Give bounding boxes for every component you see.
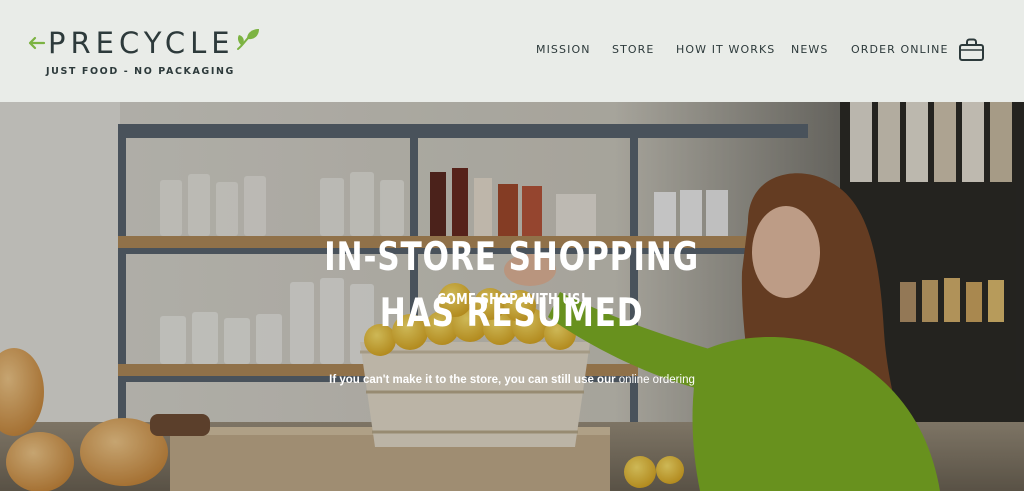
logo-wordmark-row: PRECYCLE xyxy=(26,26,261,60)
nav-item-how-it-works[interactable]: HOW IT WORKS xyxy=(676,43,775,56)
nav-item-mission[interactable]: MISSION xyxy=(536,43,591,56)
hero-subline-text: If you can't make it to the store, you c… xyxy=(329,374,619,386)
site-header: PRECYCLE JUST FOOD - NO PACKAGING MISSIO… xyxy=(0,0,1024,102)
nav-item-store[interactable]: STORE xyxy=(612,43,654,56)
hero-subline: If you can't make it to the store, you c… xyxy=(0,374,1024,386)
brand-tagline: JUST FOOD - NO PACKAGING xyxy=(46,66,235,77)
nav-item-news[interactable]: NEWS xyxy=(791,43,828,56)
hero-headline-line2: HAS RESUMED xyxy=(379,291,644,336)
hero-headline-line1: IN-STORE SHOPPING xyxy=(324,235,700,280)
precycle-logo[interactable]: PRECYCLE JUST FOOD - NO PACKAGING xyxy=(26,26,259,82)
online-ordering-link[interactable]: online ordering xyxy=(619,374,695,386)
nav-item-order-online[interactable]: ORDER ONLINE xyxy=(851,43,949,56)
shopping-bag-icon[interactable] xyxy=(958,38,985,62)
arrow-left-icon xyxy=(28,36,46,50)
leaf-icon xyxy=(236,29,259,50)
hero-banner: COME SHOP WITH US! IN-STORE SHOPPING HAS… xyxy=(0,102,1024,491)
brand-name: PRECYCLE xyxy=(48,26,235,60)
